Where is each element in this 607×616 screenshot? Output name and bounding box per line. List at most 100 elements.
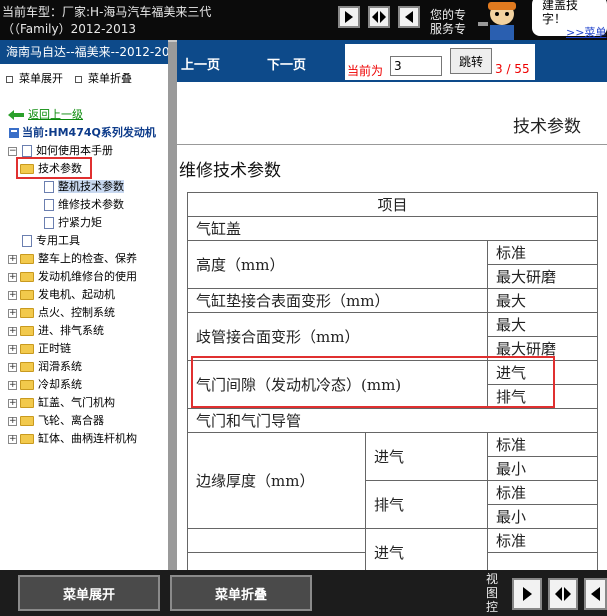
next-page-link[interactable]: 下一页 xyxy=(267,54,306,73)
expand-toggle[interactable]: + xyxy=(8,435,17,444)
table-group: 气缸盖 xyxy=(187,216,598,241)
folder-icon xyxy=(20,254,34,264)
table-cell: 歧管接合面变形（mm） xyxy=(187,312,488,361)
collapse-toggle[interactable]: − xyxy=(8,147,17,156)
folder-icon xyxy=(20,380,34,390)
annotation-box xyxy=(191,356,555,408)
table-cell: 最大 xyxy=(487,312,598,337)
table-row: 气缸垫接合表面变形（mm） 最大 xyxy=(187,288,598,313)
expand-toggle[interactable]: + xyxy=(8,255,17,264)
table-cell: 最大研磨 xyxy=(487,264,598,289)
footer-split-button[interactable] xyxy=(548,578,578,610)
jump-button[interactable]: 跳转 xyxy=(450,48,492,74)
expand-toggle[interactable]: + xyxy=(8,345,17,354)
tree-item-special-tools[interactable]: 专用工具 xyxy=(22,232,80,250)
tree-collapse-label: 菜单折叠 xyxy=(88,72,132,85)
folder-icon xyxy=(20,362,34,372)
tree-item-cylinder-head[interactable]: 缸盖、气门机构 xyxy=(20,394,115,412)
view-split-button[interactable] xyxy=(368,6,390,28)
tree-collapse-button[interactable]: 菜单折叠 xyxy=(75,70,132,86)
expand-toggle[interactable]: + xyxy=(8,363,17,372)
arrow-left-icon xyxy=(405,11,413,23)
expand-toggle[interactable]: + xyxy=(8,273,17,282)
table-header: 项目 xyxy=(187,192,598,217)
tree-item-label: 整车上的检查、保养 xyxy=(38,252,137,265)
tree-item-overall-params[interactable]: 整机技术参数 xyxy=(44,178,124,196)
tree-item-ignition[interactable]: 点火、控制系统 xyxy=(20,304,115,322)
view-next-button[interactable] xyxy=(338,6,360,28)
section-title: 维修技术参数 xyxy=(179,161,281,181)
expand-toggle[interactable]: + xyxy=(8,417,17,426)
current-page-label: 当前为 xyxy=(347,64,384,78)
table-cell: 进气 xyxy=(365,528,488,570)
doc-divider xyxy=(177,144,607,145)
scrollbar-thumb[interactable] xyxy=(168,42,177,582)
folder-icon xyxy=(20,308,34,318)
sidebar: 海南马自达--福美来--2012-2013 菜单展开 菜单折叠 返回上一级 当前… xyxy=(0,40,168,570)
folder-icon xyxy=(20,344,34,354)
table-cell: 气缸垫接合表面变形（mm） xyxy=(187,288,488,313)
folder-icon xyxy=(20,290,34,300)
arrow-right-icon xyxy=(345,11,353,23)
tree-expand-label: 菜单展开 xyxy=(19,72,63,85)
expand-toggle[interactable]: + xyxy=(8,381,17,390)
page-number-input[interactable] xyxy=(390,56,442,76)
folder-icon xyxy=(20,326,34,336)
tree-item-repair-params[interactable]: 维修技术参数 xyxy=(44,196,124,214)
tree-item-intake-exhaust[interactable]: 进、排气系统 xyxy=(20,322,104,340)
folder-icon xyxy=(20,272,34,282)
menu-collapse-button[interactable]: 菜单折叠 xyxy=(170,575,312,611)
tree-item-label: 发电机、起动机 xyxy=(38,288,115,301)
expand-toggle[interactable]: + xyxy=(8,291,17,300)
view-prev-button[interactable] xyxy=(398,6,420,28)
vehicle-info-line1: 当前车型：厂家:H-海马汽车福美来三代 xyxy=(2,5,212,19)
table-cell: 标准 xyxy=(487,528,598,553)
tree-item-vehicle-inspection[interactable]: 整车上的检查、保养 xyxy=(20,250,137,268)
tree-item-timing-chain[interactable]: 正时链 xyxy=(20,340,71,358)
tree-tools: 菜单展开 菜单折叠 xyxy=(0,64,168,92)
service-message: 您的专 服务专 xyxy=(430,8,470,36)
expand-toggle[interactable]: + xyxy=(8,327,17,336)
tree-expand-button[interactable]: 菜单展开 xyxy=(6,70,63,86)
document-icon xyxy=(22,145,32,157)
table-cell: 标准 xyxy=(487,480,598,505)
prev-page-link[interactable]: 上一页 xyxy=(181,54,220,73)
tip-menu-link[interactable]: >>菜单 xyxy=(566,24,606,40)
split-view-icon xyxy=(372,11,386,23)
table-row: 高度（mm） 标准 xyxy=(187,240,598,289)
tree-item-label: 缸盖、气门机构 xyxy=(38,396,115,409)
tree-item-label: 点火、控制系统 xyxy=(38,306,115,319)
service-message-line1: 您的专 xyxy=(430,8,467,22)
tree-item-lubrication[interactable]: 润滑系统 xyxy=(20,358,82,376)
table-cell: 最大 xyxy=(487,288,598,313)
tree-item-engine-stand[interactable]: 发动机维修台的使用 xyxy=(20,268,137,286)
vehicle-info-line2: （（Family）2012-2013 xyxy=(2,22,137,36)
footer-prev-button[interactable] xyxy=(584,578,607,610)
tip-line1: 建盖技 xyxy=(542,0,579,12)
table-cell: 边缘厚度（mm） xyxy=(187,432,366,529)
tree-item-cylinder-block[interactable]: 缸体、曲柄连杆机构 xyxy=(20,430,137,448)
vertical-scrollbar[interactable] xyxy=(168,40,177,582)
tree-item-label: 拧紧力矩 xyxy=(58,216,102,229)
tree-item-cooling[interactable]: 冷却系统 xyxy=(20,376,82,394)
split-view-icon xyxy=(555,587,571,601)
footer-next-button[interactable] xyxy=(512,578,542,610)
table-cell xyxy=(187,552,366,570)
document-icon xyxy=(44,199,54,211)
table-group: 气门和气门导管 xyxy=(187,408,598,433)
expand-icon xyxy=(6,75,13,83)
expand-toggle[interactable]: + xyxy=(8,399,17,408)
expand-toggle[interactable]: + xyxy=(8,309,17,318)
table-cell: 进气 xyxy=(365,432,488,481)
tree-item-label: 维修技术参数 xyxy=(58,198,124,211)
tree-item-alternator[interactable]: 发电机、起动机 xyxy=(20,286,115,304)
menu-expand-button[interactable]: 菜单展开 xyxy=(18,575,160,611)
table-cell: 排气 xyxy=(365,480,488,529)
tree-item-flywheel[interactable]: 飞轮、离合器 xyxy=(20,412,104,430)
back-link[interactable]: 返回上一级 xyxy=(8,106,83,124)
tree-item-label: 正时链 xyxy=(38,342,71,355)
folder-icon xyxy=(20,398,34,408)
tree-item-torque[interactable]: 拧紧力矩 xyxy=(44,214,102,232)
document-view: 技术参数 维修技术参数 项目 气缸盖 高度（mm） 标准 最大研磨 气缸垫接合表面… xyxy=(177,82,607,570)
app-window: 当前车型：厂家:H-海马汽车福美来三代 （（Family）2012-2013 您… xyxy=(0,0,607,616)
